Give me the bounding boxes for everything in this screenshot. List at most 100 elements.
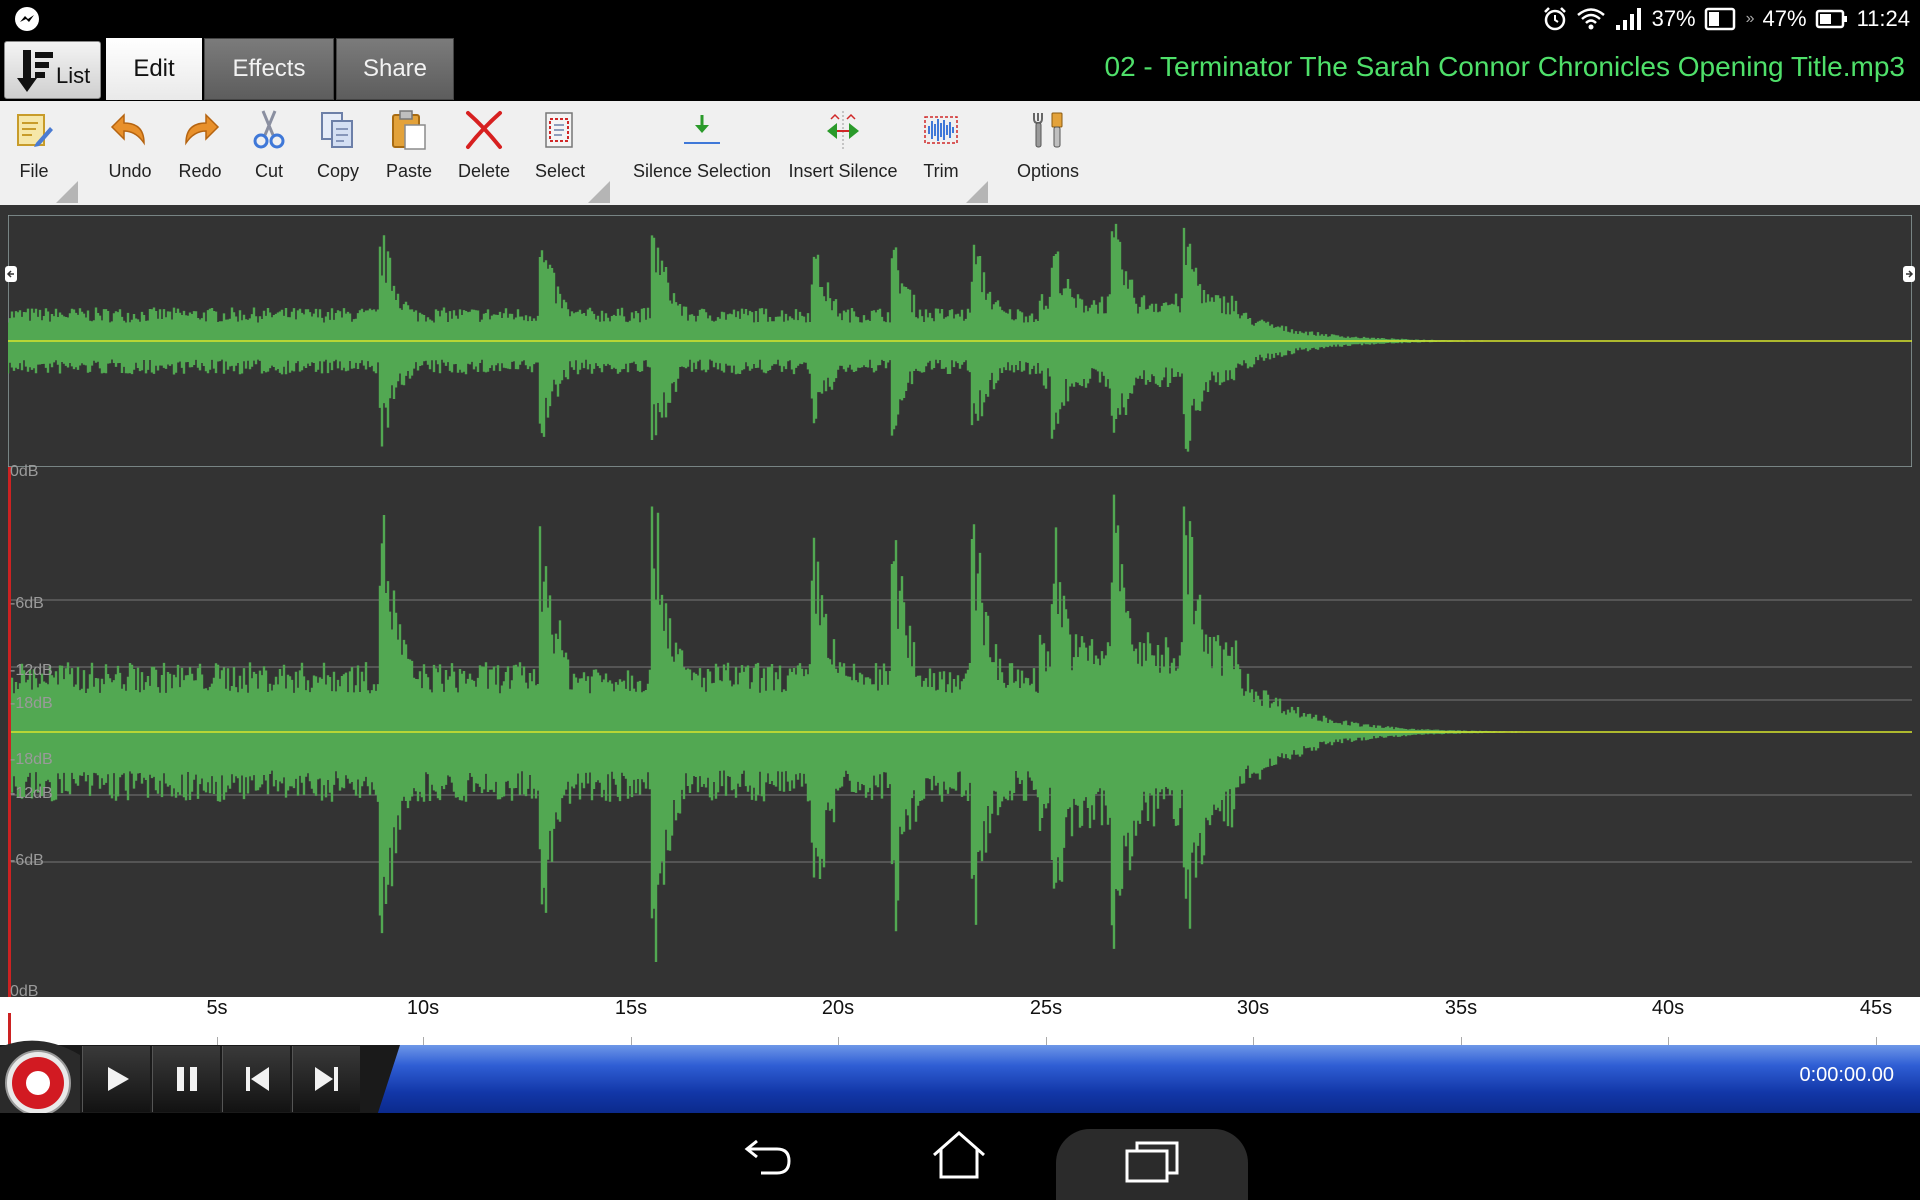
scissors-icon xyxy=(253,110,285,149)
tab-bar: List Edit Effects Share 02 - Terminator … xyxy=(0,37,1920,101)
messenger-icon xyxy=(15,7,39,31)
skip-to-start-button[interactable] xyxy=(222,1046,290,1112)
tab-edit[interactable]: Edit xyxy=(106,38,202,100)
select-label: Select xyxy=(534,161,586,181)
silence-selection-icon xyxy=(684,115,720,144)
db-label-lower-12: -12dB xyxy=(10,785,53,802)
delete-x-icon xyxy=(466,111,502,149)
skip-to-end-button[interactable] xyxy=(292,1046,360,1112)
transport-bar: 0:00:00.00 xyxy=(0,1040,1920,1121)
undo-button[interactable]: Undo xyxy=(100,101,160,205)
tab-effects[interactable]: Effects xyxy=(204,38,334,100)
time-ruler[interactable]: 5s 10s 15s 20s 25s 30s 35s 40s 45s xyxy=(0,997,1920,1045)
status-bar: 37% » 47% 11:24 xyxy=(0,0,1920,37)
tick-mark xyxy=(217,1037,218,1045)
file-label: File xyxy=(19,161,49,181)
db-label-lower-6: -6dB xyxy=(10,852,44,869)
overview-waveform-bars xyxy=(8,223,1620,452)
android-nav-bar xyxy=(0,1113,1920,1200)
back-icon[interactable] xyxy=(733,1127,803,1183)
skip-previous-icon xyxy=(245,1067,269,1091)
waveform-samples xyxy=(8,223,1620,452)
options-button[interactable]: Options xyxy=(1016,101,1080,205)
chevron-right-icon: » xyxy=(1745,9,1755,27)
skip-next-icon xyxy=(314,1067,338,1091)
tick-35s: 35s xyxy=(1444,997,1478,1019)
delete-button[interactable]: Delete xyxy=(454,101,514,205)
options-label: Options xyxy=(1016,161,1080,181)
file-edit-icon xyxy=(17,114,53,147)
file-button[interactable]: File xyxy=(4,101,64,205)
tick-mark xyxy=(1461,1037,1462,1045)
main-waveform[interactable] xyxy=(8,467,1912,997)
list-button-label: List xyxy=(56,63,91,88)
select-button[interactable]: Select xyxy=(530,101,590,205)
paste-icon xyxy=(392,110,426,150)
db-label-lower-18: -18dB xyxy=(10,751,53,768)
record-button[interactable] xyxy=(0,1037,80,1121)
toolbar: File Undo Redo Cut Copy Paste Delete Sel… xyxy=(0,101,1920,205)
alarm-icon xyxy=(1543,6,1566,30)
pause-button[interactable] xyxy=(152,1046,220,1112)
db-label-upper-18: -18dB xyxy=(10,695,53,712)
trim-label: Trim xyxy=(923,161,959,181)
tick-mark xyxy=(1253,1037,1254,1045)
db-label-upper-12: -12dB xyxy=(10,662,53,679)
undo-label: Undo xyxy=(108,161,152,181)
undo-icon xyxy=(110,113,145,146)
tick-40s: 40s xyxy=(1651,997,1685,1019)
play-icon xyxy=(107,1067,129,1091)
redo-button[interactable]: Redo xyxy=(170,101,230,205)
time-display: 0:00:00.00 xyxy=(1799,1064,1894,1086)
insert-silence-button[interactable]: Insert Silence xyxy=(785,101,901,205)
paste-label: Paste xyxy=(385,161,433,181)
tick-15s: 15s xyxy=(614,997,648,1019)
main-waveform-bars xyxy=(8,494,1670,962)
tick-mark xyxy=(1876,1037,1877,1045)
select-icon xyxy=(545,112,573,148)
playback-progress-bar[interactable] xyxy=(360,1045,1920,1113)
clock: 11:24 xyxy=(1856,5,1910,31)
signal-icon xyxy=(1615,7,1641,30)
tick-45s: 45s xyxy=(1859,997,1893,1019)
playhead-marker[interactable] xyxy=(8,467,11,997)
copy-icon xyxy=(321,112,353,148)
tick-25s: 25s xyxy=(1029,997,1063,1019)
silence-selection-label: Silence Selection xyxy=(632,161,772,181)
pause-icon xyxy=(176,1067,197,1091)
tick-30s: 30s xyxy=(1236,997,1270,1019)
list-button[interactable]: List xyxy=(4,41,101,99)
overview-waveform[interactable] xyxy=(8,215,1912,467)
tick-mark xyxy=(838,1037,839,1045)
tick-mark xyxy=(1046,1037,1047,1045)
home-icon[interactable] xyxy=(924,1127,994,1183)
tick-20s: 20s xyxy=(821,997,855,1019)
play-button[interactable] xyxy=(82,1046,150,1112)
battery-percent: 47% xyxy=(1762,5,1807,31)
cut-button[interactable]: Cut xyxy=(239,101,299,205)
tick-5s: 5s xyxy=(206,997,228,1019)
file-menu-corner[interactable] xyxy=(56,181,78,203)
insert-silence-icon xyxy=(827,111,859,149)
trim-button[interactable]: Trim xyxy=(911,101,971,205)
copy-button[interactable]: Copy xyxy=(308,101,368,205)
right-selection-handle[interactable] xyxy=(1902,265,1916,283)
tablet-battery-icon xyxy=(1704,7,1735,30)
insert-silence-label: Insert Silence xyxy=(788,161,898,181)
tab-share[interactable]: Share xyxy=(336,38,454,100)
paste-button[interactable]: Paste xyxy=(379,101,439,205)
waveform-samples xyxy=(8,494,1670,962)
tick-mark xyxy=(423,1037,424,1045)
trim-menu-corner[interactable] xyxy=(966,181,988,203)
redo-icon xyxy=(185,113,220,146)
redo-label: Redo xyxy=(178,161,222,181)
silence-selection-button[interactable]: Silence Selection xyxy=(633,101,771,205)
waveform-area[interactable]: 0dB -6dB -12dB -18dB -18dB -12dB -6dB 0d… xyxy=(0,205,1920,1000)
left-selection-handle[interactable] xyxy=(4,265,18,283)
db-label-upper-6: -6dB xyxy=(10,595,44,612)
options-tools-icon xyxy=(1033,112,1063,148)
delete-label: Delete xyxy=(457,161,511,181)
battery-icon xyxy=(1815,9,1847,28)
recent-apps-icon[interactable] xyxy=(1117,1135,1187,1191)
select-menu-corner[interactable] xyxy=(588,181,610,203)
